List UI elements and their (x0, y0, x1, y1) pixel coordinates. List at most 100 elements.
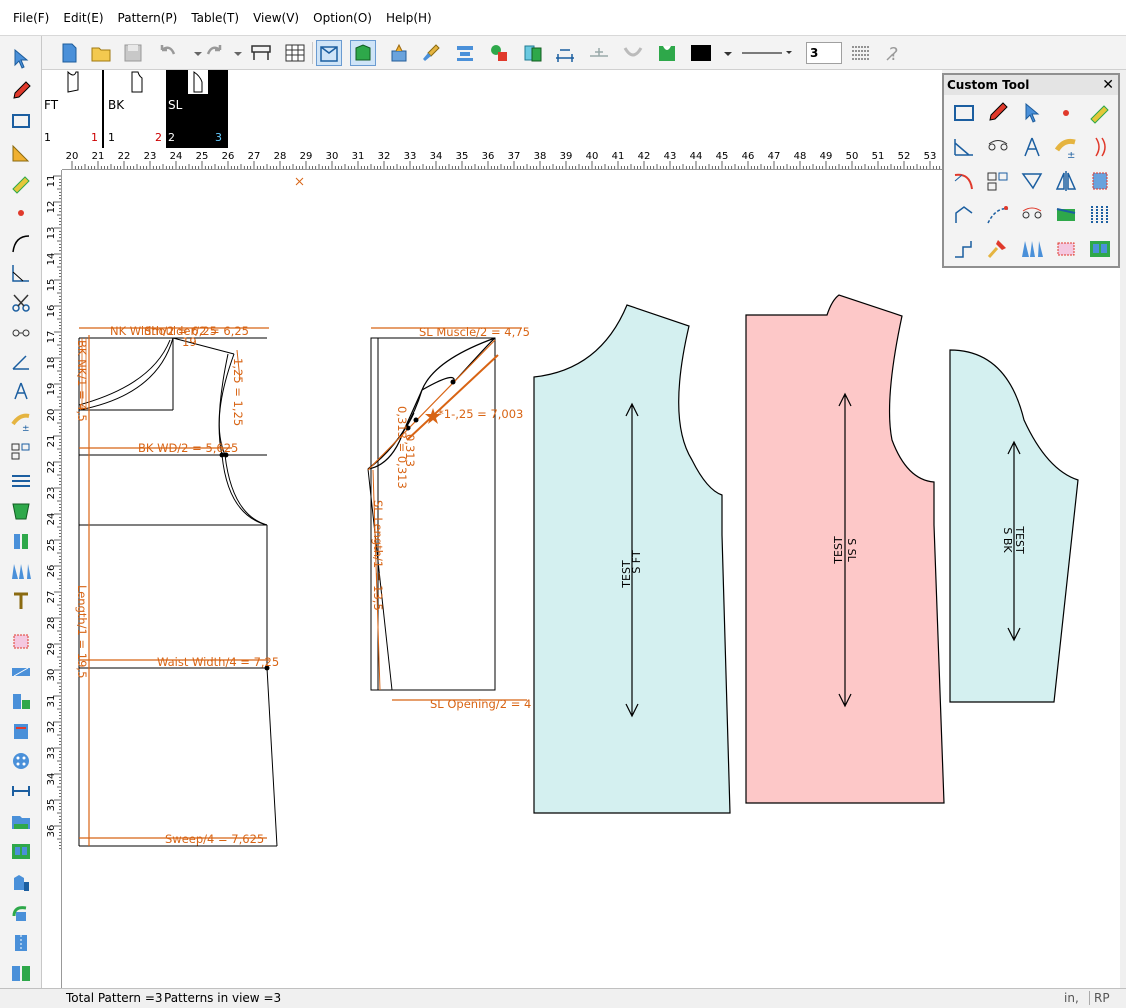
pleat-tool-button[interactable] (8, 498, 34, 524)
copy-pattern-button[interactable] (520, 40, 546, 66)
measure-button[interactable] (552, 40, 578, 66)
curve-tool-button-left[interactable] (8, 230, 34, 256)
dart-tool-button[interactable] (8, 438, 34, 464)
ct-tape-button[interactable]: ± (1052, 133, 1080, 161)
shape-tool-button[interactable] (8, 870, 34, 896)
ct-mirror-button[interactable] (1052, 167, 1080, 195)
piece-split-button[interactable] (8, 960, 34, 986)
sl-length-label: SL Length/1 = 13,5 (371, 500, 385, 611)
ct-rectangle-button[interactable] (950, 99, 978, 127)
ct-dart-button[interactable] (984, 167, 1012, 195)
point-tool-button[interactable] (8, 200, 34, 226)
line-width-input[interactable]: 3 (806, 42, 842, 64)
triangle-ruler-button[interactable] (8, 140, 34, 166)
pattern-tab-bk[interactable]: BK 1 2 (106, 70, 168, 148)
fill-view-button[interactable] (350, 40, 376, 66)
menu-view[interactable]: View(V) (246, 0, 306, 36)
ct-flare-button[interactable] (1018, 235, 1046, 263)
menu-table[interactable]: Table(T) (184, 0, 246, 36)
stretch-tool-button[interactable] (8, 778, 34, 804)
scissors-tool-button[interactable] (8, 290, 34, 316)
plotter-button[interactable] (248, 40, 274, 66)
ct-eraser-button[interactable] (1086, 99, 1114, 127)
group-button[interactable] (386, 40, 412, 66)
pattern-piece-back[interactable]: TEST S BK (949, 349, 1079, 703)
cutting-line-button[interactable] (8, 930, 34, 956)
menu-edit[interactable]: Edit(E) (56, 0, 110, 36)
align-button[interactable] (452, 40, 478, 66)
bk-nk-label: BK NK/1 = 4,5 (75, 340, 89, 422)
perpendicular-tool-button[interactable] (8, 260, 34, 286)
line-style-selector[interactable] (740, 40, 794, 66)
brush-button[interactable] (418, 40, 444, 66)
ct-flip-button[interactable] (1018, 167, 1046, 195)
pattern-tab-sl[interactable]: SL 2 3 (166, 70, 228, 148)
menu-help[interactable]: Help(H) (379, 0, 439, 36)
new-file-button[interactable] (56, 40, 82, 66)
ct-angle-button[interactable] (950, 133, 978, 161)
select-tool-button[interactable] (8, 46, 34, 72)
ct-step-button[interactable] (950, 235, 978, 263)
menu-option[interactable]: Option(O) (306, 0, 379, 36)
custom-tool-title[interactable]: Custom Tool (944, 75, 1118, 95)
rotate-piece-button[interactable] (8, 718, 34, 744)
grain-line-button[interactable] (8, 658, 34, 684)
drawing-canvas[interactable]: NK Width/2 = 6,25 Shoulder/2 = 6,25 19 B… (62, 170, 1120, 988)
button-tool-button[interactable] (8, 748, 34, 774)
ct-grid-button[interactable] (1086, 201, 1114, 229)
ct-corner-button[interactable] (950, 201, 978, 229)
text-tool-button[interactable] (8, 588, 34, 614)
help-button[interactable]: ? (882, 40, 908, 66)
close-icon[interactable]: ✕ (1102, 75, 1114, 95)
flip-tool-button[interactable] (8, 900, 34, 926)
mirror-piece-button[interactable] (8, 688, 34, 714)
marker-layout-button[interactable] (8, 838, 34, 864)
join-tool-button[interactable] (8, 320, 34, 346)
ct-arc-button[interactable] (1086, 133, 1114, 161)
ct-pen-button[interactable] (984, 99, 1012, 127)
redo-button[interactable] (202, 40, 228, 66)
ct-seam-button[interactable] (1052, 235, 1080, 263)
line-color-button[interactable] (688, 40, 714, 66)
ct-link-button[interactable] (1018, 201, 1046, 229)
ct-curve-cut-button[interactable] (950, 167, 978, 195)
grade-view-button[interactable] (316, 40, 342, 66)
line-pattern-button[interactable] (848, 40, 874, 66)
ct-point-button[interactable] (1052, 99, 1080, 127)
ct-compass-button[interactable] (1018, 133, 1046, 161)
menu-pattern[interactable]: Pattern(P) (111, 0, 185, 36)
flare-tool-button[interactable] (8, 558, 34, 584)
undo-button[interactable] (154, 40, 180, 66)
fold-tool-button[interactable] (8, 528, 34, 554)
folder-piece-button[interactable] (8, 808, 34, 834)
pattern-color-button[interactable] (486, 40, 512, 66)
pattern-tab-ft[interactable]: FT 1 1 (42, 70, 104, 148)
seam-allowance-button[interactable] (8, 628, 34, 654)
notch-button[interactable] (586, 40, 612, 66)
eraser-tool-button[interactable] (8, 170, 34, 196)
ct-hammer-button[interactable] (984, 235, 1012, 263)
pattern-fit-button[interactable] (654, 40, 680, 66)
ct-join-button[interactable] (984, 133, 1012, 161)
menu-file[interactable]: File(F) (6, 0, 56, 36)
pattern-piece-sleeve[interactable]: TEST S SL (745, 294, 945, 804)
new-file-icon (62, 43, 77, 63)
ct-spline-button[interactable] (984, 201, 1012, 229)
rectangle-tool-button[interactable] (8, 108, 34, 134)
ct-piece-button[interactable] (1086, 167, 1114, 195)
pattern-piece-front[interactable]: TEST S FT (533, 304, 731, 814)
open-file-button[interactable] (88, 40, 114, 66)
ct-layout-button[interactable] (1086, 235, 1114, 263)
save-button[interactable] (120, 40, 146, 66)
tape-tool-button[interactable]: ± (8, 408, 34, 434)
pen-tool-button[interactable] (8, 78, 34, 104)
line-color-dropdown[interactable] (716, 40, 742, 66)
ct-pleat-button[interactable] (1052, 201, 1080, 229)
seam-tool-button[interactable] (8, 468, 34, 494)
ct-select-button[interactable] (1018, 99, 1046, 127)
curve-tool-button[interactable] (620, 40, 646, 66)
angle-tool-button[interactable] (8, 348, 34, 374)
compass-tool-button[interactable] (8, 378, 34, 404)
ruler-tick-label: 29 (46, 643, 57, 656)
table-button[interactable] (282, 40, 308, 66)
